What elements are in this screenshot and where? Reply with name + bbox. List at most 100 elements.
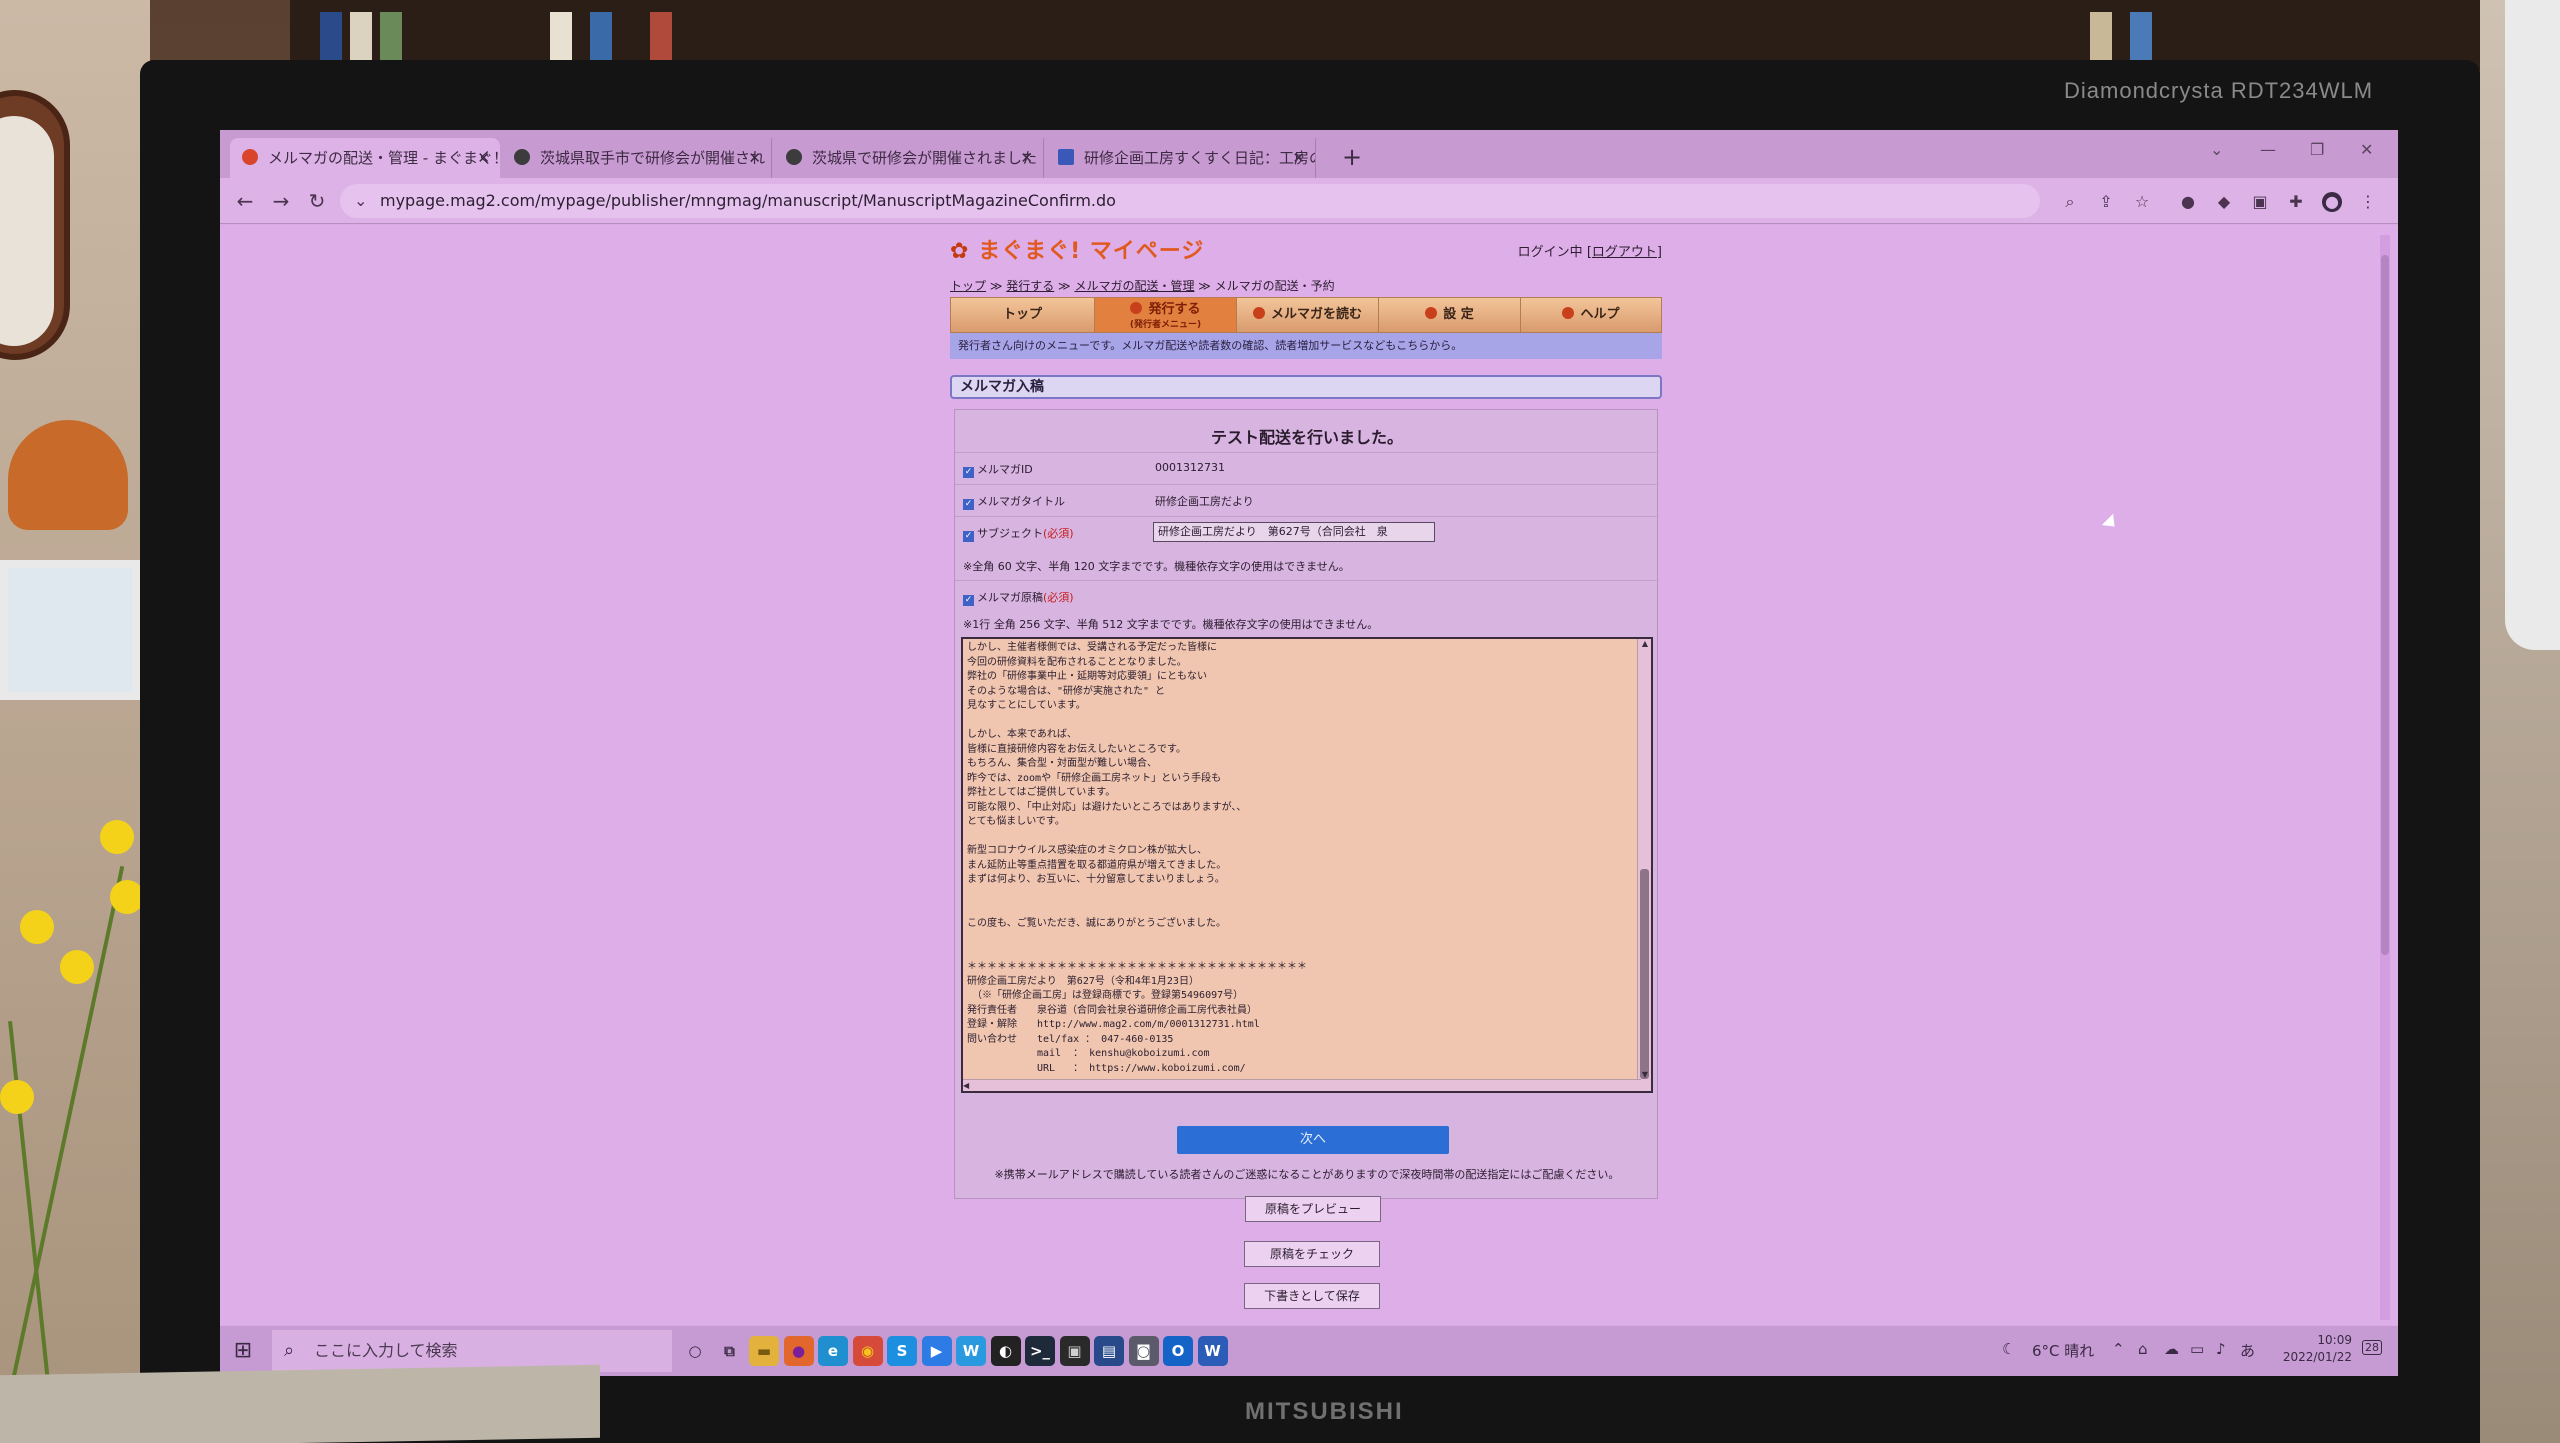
subject-input[interactable]: 研修企画工房だより 第627号（合同会社 泉 <box>1153 522 1435 542</box>
volume-icon[interactable]: ♪ <box>2216 1340 2226 1358</box>
extension-icon[interactable]: ● <box>2178 192 2198 212</box>
video-icon[interactable]: ▤ <box>1094 1336 1124 1366</box>
label-text: サブジェクト <box>977 527 1043 540</box>
bookmark-star-icon[interactable]: ☆ <box>2132 192 2152 212</box>
task-view-icon[interactable]: ⧉ <box>715 1336 745 1366</box>
magazine-id-value: 0001312731 <box>1155 461 1225 474</box>
clock-time: 10:09 <box>2317 1333 2352 1347</box>
firefox-icon[interactable]: ● <box>783 1336 814 1366</box>
tray-expand-icon[interactable]: ⌃ <box>2112 1340 2125 1358</box>
zoom-icon[interactable]: ▶ <box>921 1336 952 1366</box>
nav-help[interactable]: ヘルプ <box>1521 298 1661 332</box>
tab-ibaraki[interactable]: 茨城県で研修会が開催されました ✕ <box>774 138 1044 178</box>
terminal-icon[interactable]: >_ <box>1025 1336 1055 1366</box>
close-tab-icon[interactable]: ✕ <box>748 138 761 178</box>
nav-publish[interactable]: 発行する (発行者メニュー) <box>1095 298 1237 332</box>
next-button[interactable]: 次へ <box>1177 1126 1449 1154</box>
textarea-hscrollbar[interactable]: ◀ <box>963 1079 1641 1091</box>
extension-icon[interactable]: ▣ <box>2250 192 2270 212</box>
search-placeholder: ここに入力して検索 <box>314 1341 458 1360</box>
scroll-up-icon[interactable]: ▲ <box>1638 639 1651 648</box>
subject-label: ✓ サブジェクト(必須) <box>963 525 1074 542</box>
manuscript-textarea[interactable]: しかし、主催者様側では、受講される予定だった皆様に 今回の研修資料を配布されるこ… <box>961 637 1653 1093</box>
app-icon[interactable]: W <box>956 1336 986 1366</box>
back-icon[interactable]: ← <box>230 186 260 216</box>
checkbox-icon: ✓ <box>963 595 974 606</box>
clock-date: 2022/01/22 <box>2282 1350 2352 1364</box>
puzzle-icon[interactable]: ✚ <box>2286 192 2306 212</box>
restore-icon[interactable]: ❐ <box>2310 140 2324 159</box>
close-window-icon[interactable]: ✕ <box>2360 140 2373 159</box>
flower <box>20 910 54 944</box>
breadcrumb-current: メルマガの配送・予約 <box>1214 279 1335 293</box>
scrollbar-thumb[interactable] <box>1640 869 1649 1079</box>
profile-avatar-icon[interactable]: ● <box>2322 192 2342 212</box>
nav-label: トップ <box>1002 307 1042 322</box>
tab-label: 茨城県取手市で研修会が開催され <box>540 149 766 167</box>
logout-link[interactable]: ログアウト <box>1592 245 1657 260</box>
breadcrumb-manage[interactable]: メルマガの配送・管理 <box>1074 279 1194 293</box>
onedrive-icon[interactable]: ☁ <box>2164 1340 2179 1358</box>
new-tab-button[interactable]: + <box>1332 138 1372 178</box>
tab-search-icon[interactable]: ⌄ <box>2210 140 2223 159</box>
save-draft-button[interactable]: 下書きとして保存 <box>1244 1283 1380 1309</box>
skype-icon[interactable]: S <box>887 1336 917 1366</box>
scroll-down-icon[interactable]: ▼ <box>1638 1070 1651 1079</box>
cortana-icon[interactable]: ○ <box>680 1336 710 1366</box>
taskbar-search[interactable]: ⌕ ここに入力して検索 <box>272 1330 672 1372</box>
book <box>2090 12 2112 62</box>
ime-indicator[interactable]: あ <box>2240 1340 2255 1361</box>
breadcrumb-top[interactable]: トップ <box>950 279 986 293</box>
breadcrumb-publish[interactable]: 発行する <box>1006 279 1054 293</box>
site-info-icon[interactable]: ⌄ <box>354 191 367 210</box>
label-text: メルマガ原稿 <box>977 591 1043 604</box>
page-scrollbar-thumb[interactable] <box>2381 255 2389 955</box>
windows-start-icon[interactable]: ⊞ <box>230 1338 256 1364</box>
explorer-icon[interactable]: ▬ <box>749 1336 779 1366</box>
close-tab-icon[interactable]: ✕ <box>1020 138 1033 178</box>
book <box>650 12 672 62</box>
tray-network-icon[interactable]: ⌂ <box>2138 1340 2148 1358</box>
zoom-icon[interactable]: ⌕ <box>2060 192 2080 212</box>
textarea-scrollbar[interactable]: ▲ ▼ <box>1637 639 1651 1091</box>
chrome-icon[interactable]: ◉ <box>852 1336 883 1366</box>
nav-settings[interactable]: 設 定 <box>1379 298 1521 332</box>
book <box>320 12 342 62</box>
nav-label: 設 定 <box>1443 307 1474 322</box>
read-icon <box>1252 307 1265 319</box>
system-clock[interactable]: 10:09 2022/01/22 <box>2283 1332 2352 1366</box>
weather-icon[interactable]: ☾ <box>2002 1340 2015 1358</box>
tab-diary[interactable]: 研修企画工房すくすく日記：工房の ✕ <box>1046 138 1316 178</box>
outlook-icon[interactable]: O <box>1163 1336 1193 1366</box>
close-tab-icon[interactable]: ✕ <box>1292 138 1305 178</box>
tab-mag2[interactable]: メルマガの配送・管理 - まぐまぐ！マイ ✕ <box>230 138 500 178</box>
reload-icon[interactable]: ↻ <box>302 186 332 216</box>
edge-icon[interactable]: e <box>818 1336 848 1366</box>
media-icon[interactable]: ◐ <box>990 1336 1021 1366</box>
preview-button[interactable]: 原稿をプレビュー <box>1245 1196 1381 1222</box>
magazine-id-label: ✓ メルマガID <box>963 461 1033 478</box>
extension-icon[interactable]: ◆ <box>2214 192 2234 212</box>
forward-icon[interactable]: → <box>266 186 296 216</box>
wall-plaque <box>8 420 128 530</box>
web-page: ✿ まぐまぐ! マイページ ログイン中 [ログアウト] トップ ≫ 発行する ≫… <box>220 225 2398 1325</box>
mag2-favicon-icon <box>242 149 258 165</box>
help-icon <box>1562 307 1575 319</box>
page-scrollbar[interactable] <box>2380 235 2390 1320</box>
mag2-logo[interactable]: ✿ まぐまぐ! マイページ <box>950 233 1204 267</box>
share-icon[interactable]: ⇪ <box>2096 192 2116 212</box>
camera-icon[interactable]: ◙ <box>1128 1336 1159 1366</box>
word-icon[interactable]: W <box>1197 1336 1228 1366</box>
close-tab-icon[interactable]: ✕ <box>477 138 490 178</box>
menu-kebab-icon[interactable]: ⋮ <box>2358 192 2378 212</box>
address-bar[interactable]: ⌄ mypage.mag2.com/mypage/publisher/mngma… <box>340 184 2040 218</box>
nav-top[interactable]: トップ <box>951 298 1095 332</box>
tab-toride[interactable]: 茨城県取手市で研修会が開催され ✕ <box>502 138 772 178</box>
nav-read[interactable]: メルマガを読む <box>1237 298 1379 332</box>
weather-text[interactable]: 6°C 晴れ <box>2032 1340 2094 1361</box>
notification-badge[interactable]: 28 <box>2362 1340 2382 1355</box>
minimize-icon[interactable]: — <box>2260 140 2276 159</box>
battery-icon[interactable]: ▭ <box>2190 1340 2204 1358</box>
editor-icon[interactable]: ▣ <box>1059 1336 1090 1366</box>
check-button[interactable]: 原稿をチェック <box>1244 1241 1380 1267</box>
